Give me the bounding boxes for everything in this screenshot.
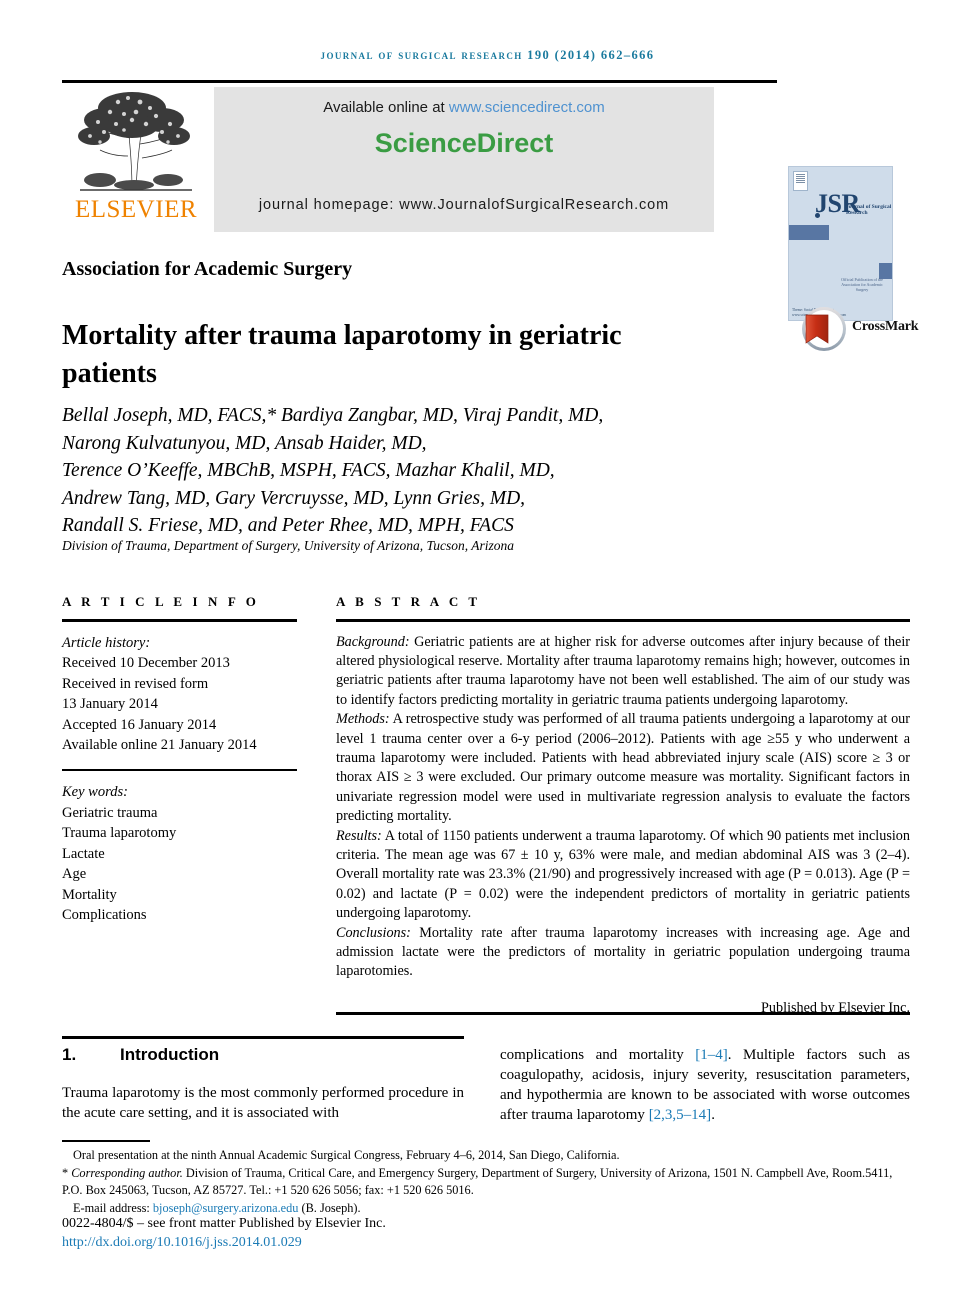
introduction-number: 1. (62, 1045, 77, 1064)
keyword-item: Mortality (62, 886, 117, 903)
intro-right-prefix: complications and mortality (500, 1047, 696, 1063)
footnote-block: Oral presentation at the ninth Annual Ac… (62, 1147, 910, 1217)
history-item: Accepted 16 January 2014 (62, 716, 217, 733)
journal-homepage-line[interactable]: journal homepage: www.JournalofSurgicalR… (214, 197, 714, 213)
elsevier-logo: ELSEVIER (62, 84, 207, 236)
introduction-heading-label: Introduction (120, 1045, 220, 1064)
corresponding-author-label: Corresponding author. (71, 1165, 183, 1180)
abstract-heading: A B S T R A C T (336, 594, 481, 609)
email-suffix: (B. Joseph). (298, 1200, 361, 1215)
introduction-left-paragraph: Trauma laparotomy is the most commonly p… (62, 1085, 464, 1121)
abstract-text-conclusions: Mortality rate after trauma laparotomy i… (336, 924, 910, 980)
affiliation: Division of Trauma, Department of Surger… (62, 538, 515, 553)
footnote-oral-presentation: Oral presentation at the ninth Annual Ac… (73, 1148, 620, 1162)
sciencedirect-wordmark: ScienceDirect (374, 128, 554, 158)
article-info-heading: A R T I C L E I N F O (62, 594, 260, 609)
running-head: Journal of Surgical Research 190 (2014) … (320, 48, 655, 62)
sciencedirect-link[interactable]: www.sciencedirect.com (449, 99, 605, 116)
abstract-published-by: Published by Elsevier Inc. (761, 999, 910, 1016)
issn-line: 0022-4804/$ – see front matter Published… (62, 1216, 386, 1231)
reference-link-2[interactable]: [2,3,5–14] (649, 1107, 712, 1123)
cover-footer-note: Official Publication of the Association … (841, 277, 883, 292)
keyword-item: Lactate (62, 845, 105, 862)
abstract-label-methods: Methods: (336, 711, 390, 728)
article-info-rule (62, 619, 297, 622)
author-list: Bellal Joseph, MD, FACS,* Bardiya Zangba… (62, 402, 762, 540)
elsevier-wordmark: ELSEVIER (74, 196, 198, 223)
abstract-section-results: Results: A total of 1150 patients underw… (336, 827, 910, 924)
article-history-block: Article history: Received 10 December 20… (62, 633, 297, 756)
introduction-heading: 1. Introduction (62, 1045, 464, 1065)
abstract-end-rule (336, 1012, 910, 1015)
abstract-text-methods: A retrospective study was performed of a… (336, 711, 910, 825)
abstract-section-methods: Methods: A retrospective study was perfo… (336, 710, 910, 826)
history-item: Available online 21 January 2014 (62, 737, 257, 753)
abstract-rule (336, 619, 910, 622)
journal-cover-thumbnail: JSR Journal of Surgical Research Officia… (788, 166, 893, 321)
introduction-right-paragraph: complications and mortality [1–4]. Multi… (500, 1045, 910, 1125)
keywords-block: Key words: Geriatric trauma Trauma lapar… (62, 782, 297, 926)
corresponding-author-marker: * (62, 1165, 69, 1180)
abstract-column: A B S T R A C T Background: Geriatric pa… (336, 594, 910, 1018)
author-line-2: Narong Kulvatunyou, MD, Ansab Haider, MD… (62, 432, 427, 454)
sciencedirect-banner: Available online at www.sciencedirect.co… (214, 87, 714, 232)
crossmark-badge[interactable]: CrossMark (800, 305, 919, 355)
cover-band-upper (789, 225, 829, 240)
keyword-item: Trauma laparotomy (62, 825, 177, 841)
introduction-rule (62, 1036, 464, 1039)
history-item: Received in revised form (62, 675, 209, 692)
keyword-item: Geriatric trauma (62, 804, 158, 821)
footnote-email: E-mail address: bjoseph@surgery.arizona.… (62, 1200, 910, 1218)
crossmark-label: CrossMark (852, 319, 919, 334)
doi-link[interactable]: http://dx.doi.org/10.1016/j.jss.2014.01.… (62, 1235, 302, 1251)
footnote-corresponding-author: * Corresponding author. Division of Trau… (62, 1165, 910, 1200)
footnote-rule (62, 1140, 150, 1142)
cover-stamp-icon (793, 171, 808, 191)
page-title: Mortality after trauma laparotomy in ger… (62, 319, 622, 389)
abstract-section-conclusions: Conclusions: Mortality rate after trauma… (336, 924, 910, 982)
history-item: Received 10 December 2013 (62, 655, 230, 671)
author-line-5: Randall S. Friese, MD, and Peter Rhee, M… (62, 515, 514, 536)
abstract-body: Background: Geriatric patients are at hi… (336, 633, 910, 1019)
intro-right-suffix: . (711, 1107, 715, 1123)
elsevier-tree-icon (70, 86, 200, 198)
association-label: Association for Academic Surgery (62, 258, 353, 280)
author-line-4: Andrew Tang, MD, Gary Vercruysse, MD, Ly… (62, 487, 526, 509)
keywords-divider (62, 768, 297, 771)
available-online-prefix: Available online at (323, 99, 449, 116)
crossmark-icon (802, 307, 846, 351)
abstract-text-background: Geriatric patients are at higher risk fo… (336, 633, 910, 708)
email-link[interactable]: bjoseph@surgery.arizona.edu (153, 1201, 299, 1215)
article-info-column: A R T I C L E I N F O Article history: R… (62, 594, 297, 926)
abstract-section-background: Background: Geriatric patients are at hi… (336, 633, 910, 711)
author-line-3: Terence O’Keeffe, MBChB, MSPH, FACS, Maz… (62, 460, 555, 481)
email-label: E-mail address: (73, 1200, 153, 1215)
keywords-label: Key words: (62, 784, 128, 800)
masthead-top-rule (62, 80, 777, 83)
keyword-item: Age (62, 866, 87, 882)
history-item: 13 January 2014 (62, 696, 158, 712)
reference-link-1[interactable]: [1–4] (695, 1047, 728, 1063)
cover-dot-mark (815, 213, 820, 218)
article-first-page: Journal of Surgical Research 190 (2014) … (0, 0, 975, 1305)
abstract-label-conclusions: Conclusions: (336, 924, 411, 941)
abstract-label-background: Background: (336, 633, 410, 650)
available-online-line: Available online at www.sciencedirect.co… (214, 99, 714, 116)
masthead: ELSEVIER Available online at www.science… (62, 84, 893, 321)
author-line-1: Bellal Joseph, MD, FACS,* Bardiya Zangba… (62, 405, 604, 426)
article-history-label: Article history: (62, 634, 151, 651)
keyword-item: Complications (62, 907, 147, 923)
cover-subtitle: Journal of Surgical Research (846, 204, 892, 216)
abstract-text-results: A total of 1150 patients underwent a tra… (336, 827, 910, 922)
corresponding-author-text: Division of Trauma, Critical Care, and E… (62, 1165, 893, 1198)
abstract-label-results: Results: (336, 827, 382, 844)
